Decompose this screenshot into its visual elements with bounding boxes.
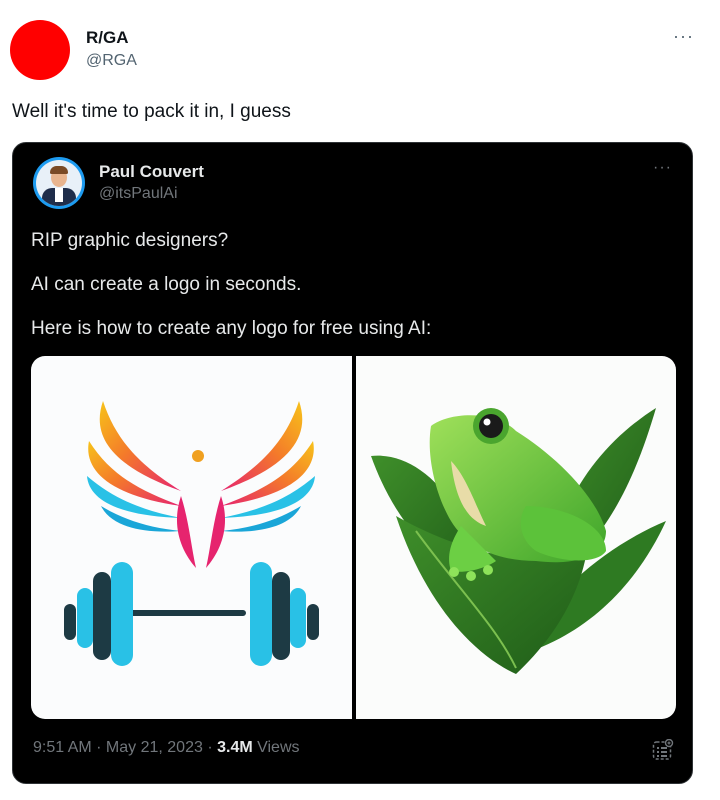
quoted-text-line: AI can create a logo in seconds. — [31, 274, 302, 295]
media-grid — [31, 356, 676, 719]
tweet-text: Well it's time to pack it in, I guess — [12, 101, 291, 122]
quoted-tweet-card[interactable]: Paul Couvert @itsPaulAi ··· RIP graphic … — [12, 142, 693, 784]
profile-photo-icon — [36, 160, 82, 206]
quoted-text-line: Here is how to create any logo for free … — [31, 318, 432, 339]
quoted-avatar[interactable] — [33, 157, 85, 209]
media-image-frog-logo[interactable] — [356, 356, 676, 719]
quoted-more-options-icon[interactable]: ··· — [653, 159, 672, 177]
timestamp[interactable]: 9:51 AM · May 21, 2023 · — [33, 739, 217, 756]
media-image-fitness-logo[interactable] — [31, 356, 352, 719]
quoted-text-line: RIP graphic designers? — [31, 230, 229, 251]
views-count: 3.4M — [217, 739, 253, 756]
frog-on-leaf-logo-icon — [371, 408, 666, 674]
display-name[interactable]: R/GA — [86, 28, 129, 48]
user-handle[interactable]: @RGA — [86, 52, 137, 70]
avatar[interactable] — [10, 20, 70, 80]
more-options-icon[interactable]: ··· — [673, 26, 694, 47]
wings-dumbbell-logo-icon — [64, 401, 319, 666]
outer-tweet-header: R/GA @RGA ··· — [10, 20, 710, 80]
quoted-user-handle[interactable]: @itsPaulAi — [99, 185, 178, 203]
views-label: Views — [252, 739, 300, 756]
analytics-icon[interactable] — [652, 739, 674, 761]
tweet-meta: 9:51 AM · May 21, 2023 · 3.4M Views — [33, 739, 300, 757]
quoted-display-name[interactable]: Paul Couvert — [99, 162, 204, 182]
